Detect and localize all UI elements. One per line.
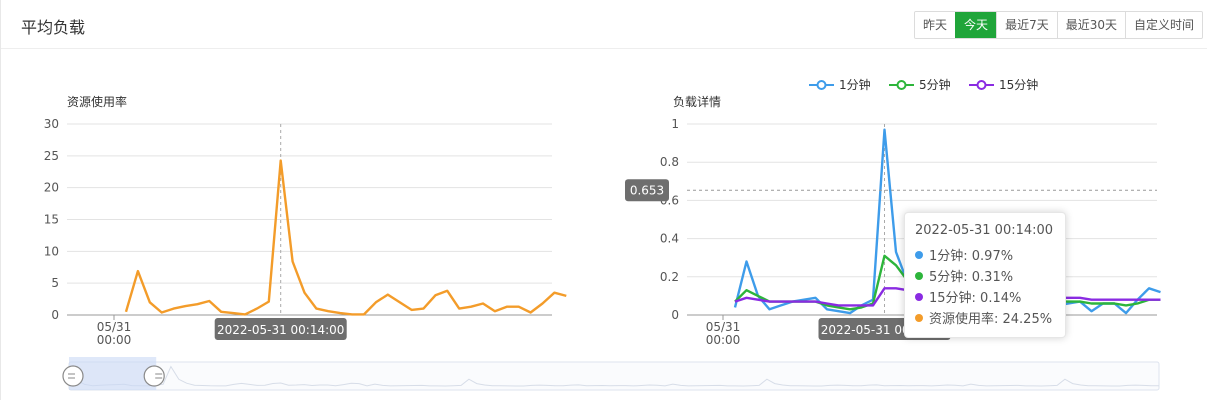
x-tick-label: 00:00 bbox=[97, 333, 132, 347]
y-axis-name: 资源使用率 bbox=[67, 94, 127, 109]
legend-item[interactable]: 5分钟 bbox=[889, 77, 951, 92]
legend-marker bbox=[816, 80, 827, 90]
y-tick-label: 5 bbox=[51, 276, 59, 290]
x-pointer-label: 2022-05-31 00:14:00 bbox=[217, 323, 344, 337]
y-axis-name: 负载详情 bbox=[673, 94, 721, 109]
series-dot-icon bbox=[915, 271, 923, 280]
x-tick-label: 05/31 bbox=[706, 320, 741, 334]
load-panel: 平均负载 昨天 今天 最近7天 最近30天 自定义时间 0 5 10 15 20 25 30… bbox=[0, 0, 1207, 400]
y-tick-label: 0.2 bbox=[660, 270, 679, 284]
charts-canvas[interactable]: 051015202530资源使用率05/3100:002022-05-31 00… bbox=[1, 0, 1207, 400]
series-line bbox=[124, 159, 567, 316]
datazoom-start-handle[interactable] bbox=[62, 365, 84, 387]
series-dot-icon bbox=[915, 292, 923, 301]
y-tick-label: 0 bbox=[51, 308, 59, 322]
y-tick-label: 25 bbox=[44, 149, 59, 163]
tooltip-row-label: 1分钟: 0.97% bbox=[929, 249, 1014, 264]
legend-label: 15分钟 bbox=[999, 77, 1038, 92]
y-tick-label: 0 bbox=[671, 308, 679, 322]
chart-tooltip: 2022-05-31 00:14:00 1分钟: 0.97% 5分钟: 0.31… bbox=[904, 212, 1066, 338]
tooltip-row: 15分钟: 0.14% bbox=[915, 286, 1055, 307]
legend-label: 1分钟 bbox=[839, 77, 871, 92]
y-tick-label: 30 bbox=[44, 117, 59, 131]
tooltip-row-label: 15分钟: 0.14% bbox=[929, 291, 1022, 306]
tooltip-row-label: 资源使用率: 24.25% bbox=[929, 312, 1053, 327]
y-tick-label: 0.8 bbox=[660, 155, 679, 169]
legend-item[interactable]: 1分钟 bbox=[809, 77, 871, 92]
series-dot-icon bbox=[915, 313, 923, 322]
x-tick-label: 05/31 bbox=[97, 320, 132, 334]
handle-circle bbox=[143, 365, 165, 387]
legend-marker bbox=[976, 80, 987, 90]
x-tick-label: 00:00 bbox=[706, 333, 741, 347]
y-tick-label: 0.4 bbox=[660, 232, 679, 246]
y-tick-label: 1 bbox=[671, 117, 679, 131]
legend-marker bbox=[896, 80, 907, 90]
legend-label: 5分钟 bbox=[919, 77, 951, 92]
tooltip-title: 2022-05-31 00:14:00 bbox=[915, 223, 1054, 238]
handle-circle bbox=[62, 365, 84, 387]
y-tick-label: 10 bbox=[44, 244, 59, 258]
tooltip-row-label: 5分钟: 0.31% bbox=[929, 270, 1014, 285]
y-tick-label: 20 bbox=[44, 181, 59, 195]
datazoom-end-handle[interactable] bbox=[143, 365, 165, 387]
y-tick-label: 15 bbox=[44, 213, 59, 227]
legend-item[interactable]: 15分钟 bbox=[969, 77, 1038, 92]
tooltip-row: 5分钟: 0.31% bbox=[915, 265, 1055, 286]
y-pointer-label: 0.653 bbox=[630, 183, 664, 197]
tooltip-row: 资源使用率: 24.25% bbox=[915, 307, 1055, 328]
series-dot-icon bbox=[915, 250, 923, 259]
tooltip-row: 1分钟: 0.97% bbox=[915, 244, 1055, 265]
